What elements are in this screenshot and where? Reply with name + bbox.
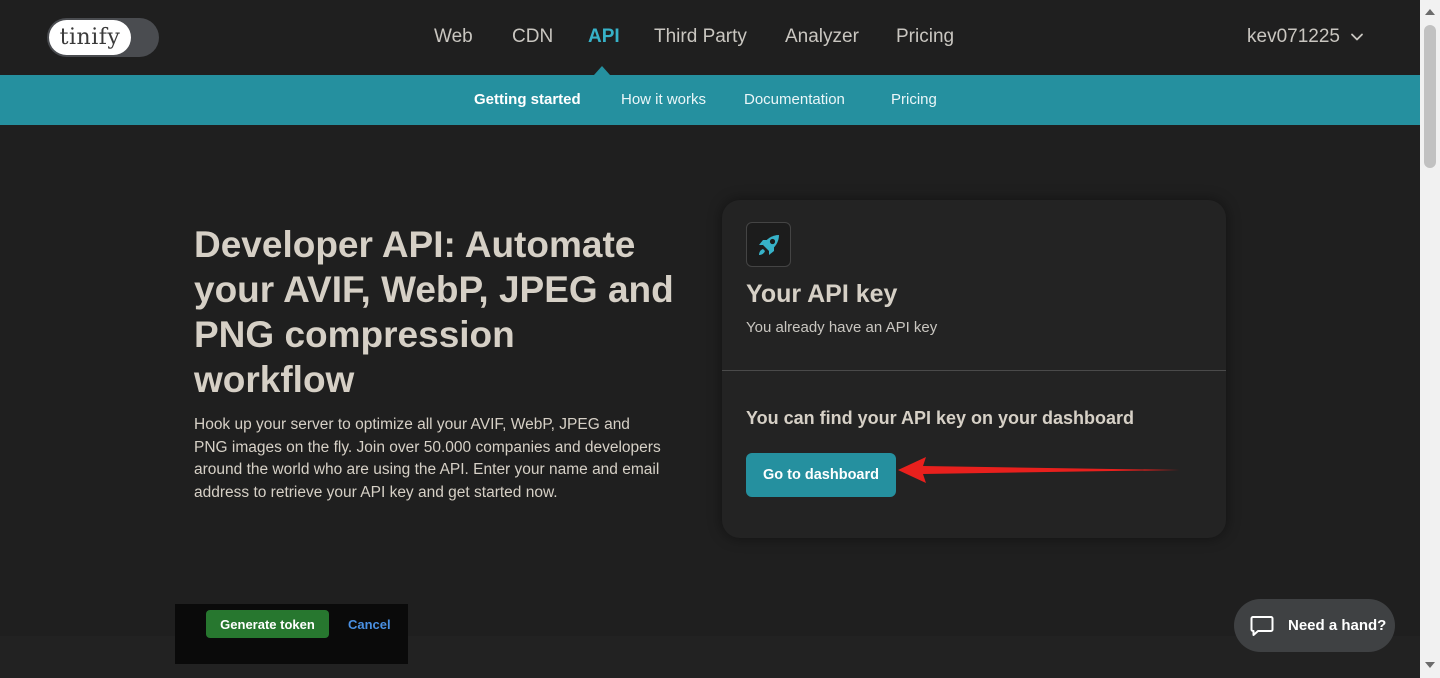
username: kev071225 <box>1247 26 1340 47</box>
chat-icon <box>1250 615 1274 636</box>
active-nav-indicator <box>594 66 610 75</box>
page-title: Developer API: Automate your AVIF, WebP,… <box>194 224 674 400</box>
go-to-dashboard-button[interactable]: Go to dashboard <box>746 453 896 497</box>
top-navigation-bar: tinify Web CDN API Third Party Analyzer … <box>0 0 1420 75</box>
main-nav: Web CDN API Third Party Analyzer Pricing <box>0 0 1420 75</box>
nav-item-analyzer[interactable]: Analyzer <box>785 26 859 48</box>
nav-item-api[interactable]: API <box>588 26 620 48</box>
scroll-thumb[interactable] <box>1424 25 1436 168</box>
vertical-scrollbar[interactable] <box>1420 0 1440 678</box>
rocket-icon <box>746 222 791 267</box>
scroll-up-arrow-icon[interactable] <box>1425 9 1435 15</box>
cancel-link[interactable]: Cancel <box>348 617 391 632</box>
subnav-getting-started[interactable]: Getting started <box>474 91 581 108</box>
hero-description: Hook up your server to optimize all your… <box>194 416 661 501</box>
nav-item-web[interactable]: Web <box>434 26 473 48</box>
subnav-how-it-works[interactable]: How it works <box>621 91 706 108</box>
nav-item-third-party[interactable]: Third Party <box>654 26 747 48</box>
help-label: Need a hand? <box>1288 617 1387 634</box>
red-arrow-annotation <box>898 457 1180 483</box>
subnav-pricing[interactable]: Pricing <box>891 91 937 108</box>
chevron-down-icon <box>1351 33 1363 41</box>
user-menu[interactable]: kev071225 <box>1247 26 1364 48</box>
nav-item-cdn[interactable]: CDN <box>512 26 553 48</box>
dashboard-hint: You can find your API key on your dashbo… <box>746 408 1135 428</box>
token-bar: Generate token Cancel <box>175 604 408 664</box>
subnav-documentation[interactable]: Documentation <box>744 91 845 108</box>
sub-navigation-bar: Getting started How it works Documentati… <box>0 75 1420 125</box>
card-subtitle: You already have an API key <box>746 319 938 336</box>
scroll-down-arrow-icon[interactable] <box>1425 662 1435 668</box>
need-a-hand-button[interactable]: Need a hand? <box>1234 599 1395 652</box>
card-divider <box>722 370 1226 371</box>
generate-token-button[interactable]: Generate token <box>206 610 329 638</box>
card-title: Your API key <box>746 280 898 308</box>
nav-item-pricing[interactable]: Pricing <box>896 26 954 48</box>
